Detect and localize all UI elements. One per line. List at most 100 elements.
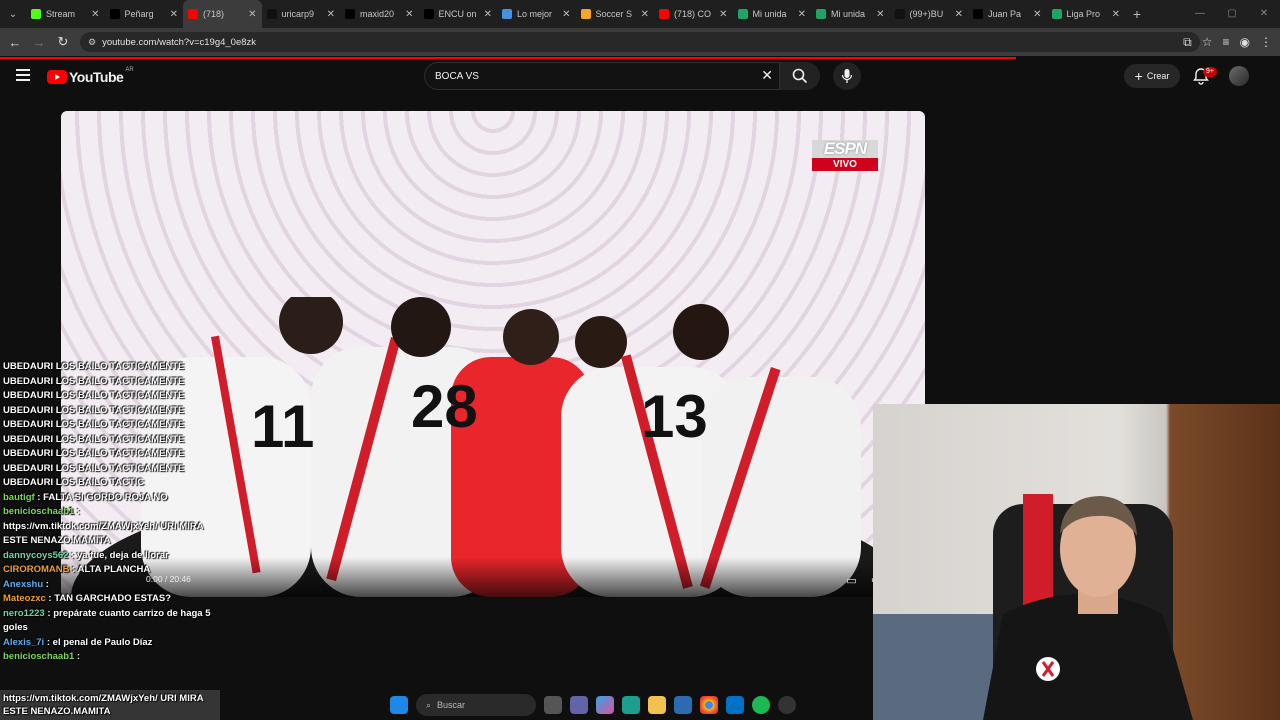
windows-start-icon[interactable]: [390, 696, 408, 714]
close-tab-icon[interactable]: ✕: [91, 9, 99, 20]
profile-icon[interactable]: ◉: [1240, 35, 1250, 49]
url-text[interactable]: youtube.com/watch?v=c19g4_0e8zk: [102, 37, 256, 48]
install-icon[interactable]: ⧉: [1183, 35, 1192, 50]
create-button[interactable]: + Crear: [1124, 64, 1180, 88]
browser-tab[interactable]: (718) CO ✕: [654, 0, 733, 28]
close-tab-icon[interactable]: ✕: [484, 9, 492, 20]
minimize-icon[interactable]: —: [1184, 0, 1216, 28]
tab-label: Mi unida: [752, 9, 787, 19]
browser-tab[interactable]: ENCU on ✕: [419, 0, 498, 28]
file-explorer-icon[interactable]: [648, 696, 666, 714]
chat-separator: :: [74, 651, 81, 662]
chat-username[interactable]: nero1223: [3, 608, 45, 619]
chrome-icon[interactable]: [700, 696, 718, 714]
maximize-icon[interactable]: ▢: [1216, 0, 1248, 28]
edge-icon[interactable]: [622, 696, 640, 714]
clear-search-icon[interactable]: ✕: [761, 67, 773, 84]
espn-vivo-logo: ESPN VIVO: [812, 140, 878, 172]
search-button[interactable]: [780, 62, 820, 90]
chat-username[interactable]: Anexshu: [3, 579, 43, 590]
browser-tab[interactable]: Liga Pro ✕: [1047, 0, 1126, 28]
browser-tab[interactable]: Soccer S ✕: [576, 0, 655, 28]
chat-message: bautigf : FALTA SI GORDO ROJA NO: [0, 491, 222, 506]
chat-message: benicioschaab1 : https://vm.tiktok.com/Z…: [0, 505, 222, 549]
close-tab-icon[interactable]: ✕: [641, 9, 649, 20]
browser-tab[interactable]: Lo mejor ✕: [497, 0, 576, 28]
browser-tab[interactable]: Stream ✕: [26, 0, 105, 28]
close-tab-icon[interactable]: ✕: [562, 9, 570, 20]
bookmark-star-icon[interactable]: ☆: [1202, 35, 1213, 49]
close-tab-icon[interactable]: ✕: [170, 9, 178, 20]
hamburger-menu-icon[interactable]: [16, 69, 30, 81]
media-icon[interactable]: ≡: [1223, 35, 1230, 49]
taskbar-search-input[interactable]: ⌕ Buscar: [416, 694, 536, 716]
spotify-icon[interactable]: [752, 696, 770, 714]
obs-icon[interactable]: [778, 696, 796, 714]
chat-message: Mateozxc : TAN GARCHADO ESTAS?: [0, 592, 222, 607]
windows-taskbar: ⌕ Buscar: [390, 690, 870, 720]
chat-message: UBEDAURI LOS BAILO TACTICAMENTE: [3, 448, 185, 459]
window-controls: — ▢ ✕: [1184, 0, 1280, 28]
browser-tab[interactable]: (718) ✕: [183, 0, 262, 28]
chat-separator: :: [45, 593, 55, 604]
close-tab-icon[interactable]: ✕: [248, 9, 256, 20]
chat-username[interactable]: CIROROMANB: [3, 564, 70, 575]
streamer-image: [873, 494, 1193, 720]
chat-username[interactable]: dannycoys562: [3, 550, 68, 561]
close-tab-icon[interactable]: ✕: [1033, 9, 1041, 20]
youtube-logo[interactable]: YouTube AR: [47, 67, 134, 85]
chat-username[interactable]: benicioschaab1: [3, 506, 74, 517]
tiktok-icon: [894, 9, 905, 19]
task-view-icon[interactable]: [544, 696, 562, 714]
close-tab-icon[interactable]: ✕: [1112, 9, 1120, 20]
close-tab-icon[interactable]: ✕: [719, 9, 727, 20]
close-tab-icon[interactable]: ✕: [876, 9, 884, 20]
browser-tab[interactable]: (99+)BU ✕: [890, 0, 969, 28]
chat-text: TAN GARCHADO ESTAS?: [54, 593, 172, 604]
tab-label: (718): [203, 9, 225, 19]
browser-tab[interactable]: Mi unida ✕: [733, 0, 812, 28]
account-avatar[interactable]: [1229, 66, 1249, 86]
copilot-icon[interactable]: [596, 696, 614, 714]
plus-icon: +: [1134, 68, 1143, 84]
omnibox[interactable]: ⚙ youtube.com/watch?v=c19g4_0e8zk: [80, 32, 1200, 52]
subtitles-icon[interactable]: ▭: [846, 574, 856, 587]
close-tab-icon[interactable]: ✕: [405, 9, 413, 20]
close-tab-icon[interactable]: ✕: [798, 9, 806, 20]
new-tab-button[interactable]: +: [1125, 6, 1149, 22]
voice-search-button[interactable]: [833, 62, 861, 90]
chat-separator: :: [69, 564, 78, 575]
search-query[interactable]: BOCA VS: [435, 71, 479, 82]
search-input[interactable]: BOCA VS ✕: [424, 62, 780, 90]
svg-text:11: 11: [251, 393, 314, 460]
browser-tab[interactable]: Mi unida ✕: [811, 0, 890, 28]
close-tab-icon[interactable]: ✕: [327, 9, 335, 20]
country-code: AR: [125, 67, 134, 73]
chat-message: dannycoys562 : ya fue, deja de llorar: [0, 549, 222, 564]
chat-username[interactable]: benicioschaab1: [3, 651, 74, 662]
chat-username[interactable]: bautigf: [3, 492, 35, 503]
back-icon[interactable]: ←: [3, 35, 27, 50]
close-tab-icon[interactable]: ✕: [955, 9, 963, 20]
teams-icon[interactable]: [570, 696, 588, 714]
youtube-icon: [188, 9, 198, 19]
site-info-icon[interactable]: ⚙: [88, 37, 96, 48]
forward-icon[interactable]: →: [27, 35, 51, 50]
x-icon: [345, 9, 355, 19]
svg-text:13: 13: [641, 383, 708, 450]
store-icon[interactable]: [674, 696, 692, 714]
close-window-icon[interactable]: ✕: [1248, 0, 1280, 28]
browser-tab[interactable]: Juan Pa ✕: [968, 0, 1047, 28]
browser-tab[interactable]: uricarp9 ✕: [262, 0, 341, 28]
chat-separator: :: [43, 578, 49, 590]
menu-icon[interactable]: ⋮: [1260, 35, 1272, 49]
tab-search-icon[interactable]: ⌄: [0, 0, 26, 28]
reload-icon[interactable]: ↻: [51, 34, 75, 50]
webcam-overlay: [873, 404, 1280, 720]
tab-label: Mi unida: [831, 9, 866, 19]
chat-username[interactable]: Alexis_7i: [3, 637, 44, 648]
outlook-icon[interactable]: [726, 696, 744, 714]
chat-username[interactable]: Mateozxc: [3, 593, 46, 604]
browser-tab[interactable]: Peñarg ✕: [105, 0, 184, 28]
browser-tab[interactable]: maxid20 ✕: [340, 0, 419, 28]
